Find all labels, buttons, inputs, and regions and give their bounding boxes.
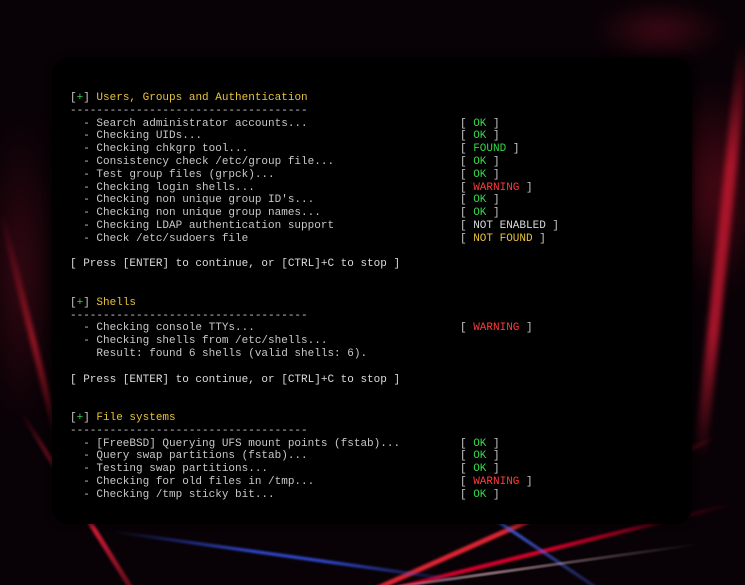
status-bracket-close: ]: [486, 194, 499, 207]
status-bracket-open: [: [460, 233, 473, 246]
status-value: OK: [473, 169, 486, 182]
terminal-window[interactable]: [+] Users, Groups and Authentication----…: [52, 58, 692, 524]
check-label: - Checking for old files in /tmp...: [70, 476, 460, 489]
status-bracket-close: ]: [486, 130, 499, 143]
status-bracket-close: ]: [486, 169, 499, 182]
status-bracket-open: [: [460, 156, 473, 169]
status-bracket-close: ]: [486, 450, 499, 463]
status-bracket-open: [: [460, 438, 473, 451]
section-title: Users, Groups and Authentication: [96, 92, 307, 104]
check-label: - Checking /tmp sticky bit...: [70, 489, 460, 502]
status-bracket-close: ]: [486, 118, 499, 131]
status-value: WARNING: [473, 476, 519, 489]
check-label: - Checking chkgrp tool...: [70, 143, 460, 156]
check-row: Result: found 6 shells (valid shells: 6)…: [70, 348, 674, 361]
section-divider: ------------------------------------: [70, 105, 674, 118]
status-bracket-close: ]: [519, 322, 532, 335]
status-bracket-close: ]: [546, 220, 559, 233]
continue-prompt[interactable]: [ Press [ENTER] to continue, or [CTRL]+C…: [70, 374, 674, 387]
check-row: - [FreeBSD] Querying UFS mount points (f…: [70, 438, 674, 451]
status-bracket-close: ]: [533, 233, 546, 246]
check-row: - Checking console TTYs...[ WARNING ]: [70, 322, 674, 335]
check-row: - Checking LDAP authentication support[ …: [70, 220, 674, 233]
check-label: - Testing swap partitions...: [70, 463, 460, 476]
check-row: - Test group files (grpck)...[ OK ]: [70, 169, 674, 182]
section-marker: [+]: [70, 412, 96, 424]
status-value: OK: [473, 156, 486, 169]
status-bracket-open: [: [460, 194, 473, 207]
check-row: - Checking chkgrp tool...[ FOUND ]: [70, 143, 674, 156]
status-bracket-open: [: [460, 130, 473, 143]
section-marker: [+]: [70, 92, 96, 104]
status-bracket-close: ]: [486, 438, 499, 451]
status-bracket-open: [: [460, 143, 473, 156]
status-value: OK: [473, 207, 486, 220]
status-value: WARNING: [473, 322, 519, 335]
check-label: - Consistency check /etc/group file...: [70, 156, 460, 169]
status-bracket-open: [: [460, 450, 473, 463]
check-label: - Checking console TTYs...: [70, 322, 460, 335]
check-label: - Checking LDAP authentication support: [70, 220, 460, 233]
check-label: - Query swap partitions (fstab)...: [70, 450, 460, 463]
section-title: Shells: [96, 297, 136, 309]
status-value: WARNING: [473, 182, 519, 195]
check-row: - Check /etc/sudoers file[ NOT FOUND ]: [70, 233, 674, 246]
section-title: File systems: [96, 412, 175, 424]
status-value: OK: [473, 130, 486, 143]
check-row: - Search administrator accounts...[ OK ]: [70, 118, 674, 131]
check-label: - Checking UIDs...: [70, 130, 460, 143]
status-value: FOUND: [473, 143, 506, 156]
status-bracket-close: ]: [519, 182, 532, 195]
status-bracket-close: ]: [486, 489, 499, 502]
status-value: OK: [473, 463, 486, 476]
check-row: - Consistency check /etc/group file...[ …: [70, 156, 674, 169]
section-header: [+] File systems: [70, 412, 674, 425]
status-bracket-close: ]: [486, 463, 499, 476]
check-label: Result: found 6 shells (valid shells: 6)…: [70, 348, 460, 361]
status-bracket-open: [: [460, 182, 473, 195]
check-row: - Checking /tmp sticky bit...[ OK ]: [70, 489, 674, 502]
check-label: - Checking login shells...: [70, 182, 460, 195]
status-value: NOT ENABLED: [473, 220, 546, 233]
check-row: - Checking for old files in /tmp...[ WAR…: [70, 476, 674, 489]
check-label: - [FreeBSD] Querying UFS mount points (f…: [70, 438, 460, 451]
status-bracket-open: [: [460, 322, 473, 335]
check-label: - Checking non unique group ID's...: [70, 194, 460, 207]
check-label: - Test group files (grpck)...: [70, 169, 460, 182]
status-bracket-open: [: [460, 118, 473, 131]
check-label: - Check /etc/sudoers file: [70, 233, 460, 246]
status-value: OK: [473, 450, 486, 463]
status-bracket-close: ]: [506, 143, 519, 156]
section-header: [+] Users, Groups and Authentication: [70, 92, 674, 105]
check-label: - Checking shells from /etc/shells...: [70, 335, 460, 348]
status-value: OK: [473, 489, 486, 502]
status-bracket-open: [: [460, 207, 473, 220]
check-row: - Testing swap partitions...[ OK ]: [70, 463, 674, 476]
status-value: OK: [473, 194, 486, 207]
status-bracket-open: [: [460, 489, 473, 502]
check-row: - Checking shells from /etc/shells...: [70, 335, 674, 348]
section-marker: [+]: [70, 297, 96, 309]
check-row: - Checking UIDs...[ OK ]: [70, 130, 674, 143]
check-row: - Checking login shells...[ WARNING ]: [70, 182, 674, 195]
section-header: [+] Shells: [70, 297, 674, 310]
check-row: - Checking non unique group names...[ OK…: [70, 207, 674, 220]
check-label: - Checking non unique group names...: [70, 207, 460, 220]
status-bracket-open: [: [460, 220, 473, 233]
status-value: OK: [473, 118, 486, 131]
status-bracket-open: [: [460, 476, 473, 489]
status-value: NOT FOUND: [473, 233, 532, 246]
status-value: OK: [473, 438, 486, 451]
section-divider: ------------------------------------: [70, 310, 674, 323]
status-bracket-open: [: [460, 169, 473, 182]
status-bracket-close: ]: [486, 207, 499, 220]
check-label: - Search administrator accounts...: [70, 118, 460, 131]
status-bracket-close: ]: [519, 476, 532, 489]
check-row: - Query swap partitions (fstab)...[ OK ]: [70, 450, 674, 463]
continue-prompt[interactable]: [ Press [ENTER] to continue, or [CTRL]+C…: [70, 258, 674, 271]
status-bracket-open: [: [460, 463, 473, 476]
section-divider: ------------------------------------: [70, 425, 674, 438]
status-bracket-close: ]: [486, 156, 499, 169]
check-row: - Checking non unique group ID's...[ OK …: [70, 194, 674, 207]
